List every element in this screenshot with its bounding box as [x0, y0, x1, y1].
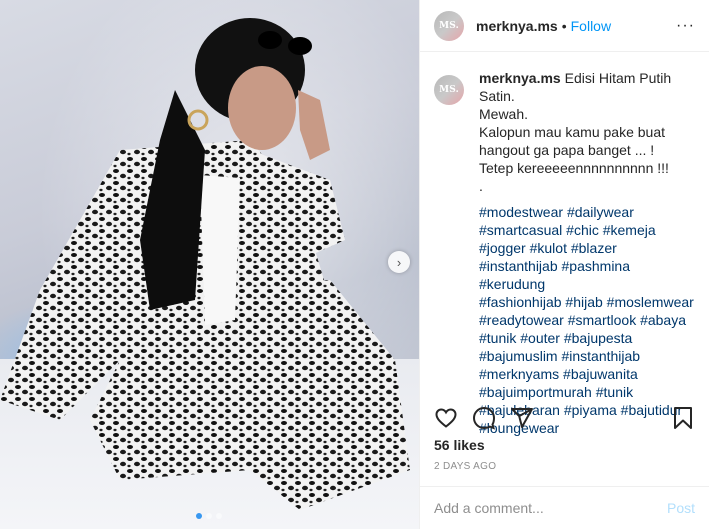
hashtag-link[interactable]: #pashmina: [562, 258, 631, 274]
likes-count[interactable]: 56 likes: [434, 437, 485, 453]
hashtag-line: #modestwear #dailywear: [479, 203, 695, 221]
hashtag-link[interactable]: #chic: [566, 222, 599, 238]
chevron-right-icon: ›: [396, 254, 402, 270]
carousel-dot: [196, 513, 202, 519]
username-link[interactable]: merknya.ms: [476, 18, 558, 34]
comment-input[interactable]: [434, 500, 667, 516]
post-sidebar: MS. merknya.ms • Follow ··· MS. merknya.…: [419, 0, 709, 529]
bookmark-icon[interactable]: [671, 406, 695, 430]
post-comment-button[interactable]: Post: [667, 500, 695, 516]
hashtag-line: #fashionhijab #hijab #moslemwear: [479, 293, 695, 311]
hashtag-link[interactable]: #instanthijab: [561, 348, 640, 364]
hashtag-line: #readytowear #smartlook #abaya: [479, 311, 695, 329]
caption-line: Tetep kereeeeennnnnnnnnn !!!: [479, 160, 669, 176]
comment-bar: Post: [420, 486, 709, 529]
comment-icon[interactable]: [472, 406, 496, 430]
hashtag-list: #modestwear #dailywear #smartcasual #chic…: [479, 203, 695, 437]
post-timestamp[interactable]: 2 DAYS AGO: [434, 461, 496, 472]
caption-line: merknya.ms Edisi Hitam Putih Satin.: [479, 69, 695, 105]
hashtag-link[interactable]: #blazer: [571, 240, 617, 256]
hashtag-link[interactable]: #moslemwear: [607, 294, 694, 310]
hashtag-line: #jogger #kulot #blazer: [479, 239, 695, 257]
caption-line: Kalopun mau kamu pake buat: [479, 124, 666, 140]
hashtag-link[interactable]: #readytowear: [479, 312, 564, 328]
hashtag-link[interactable]: #tunik: [479, 330, 516, 346]
hashtag-link[interactable]: #hijab: [565, 294, 602, 310]
caption-line: hangout ga papa banget ... !: [479, 142, 655, 158]
carousel-next-button[interactable]: ›: [388, 251, 410, 273]
hashtag-link[interactable]: #kulot: [530, 240, 567, 256]
carousel-dot: [216, 513, 222, 519]
follow-button[interactable]: Follow: [571, 18, 611, 34]
hashtag-line: #tunik #outer #bajupesta: [479, 329, 695, 347]
hashtag-link[interactable]: #outer: [520, 330, 560, 346]
caption-line: Mewah.: [479, 106, 529, 122]
carousel-dots: [196, 513, 222, 519]
share-icon[interactable]: [510, 406, 534, 430]
hashtag-link[interactable]: #fashionhijab: [479, 294, 562, 310]
hashtag-link[interactable]: #jogger: [479, 240, 526, 256]
carousel-dot: [206, 513, 212, 519]
post-header: MS. merknya.ms • Follow ···: [420, 0, 709, 52]
hashtag-link[interactable]: #instanthijab: [479, 258, 558, 274]
action-bar: [434, 404, 695, 432]
hashtag-link[interactable]: #bajumuslim: [479, 348, 558, 364]
hashtag-link[interactable]: #smartlook: [568, 312, 636, 328]
hashtag-line: #instanthijab #pashmina #kerudung: [479, 257, 695, 293]
hashtag-line: #bajumuslim #instanthijab: [479, 347, 695, 365]
hashtag-link[interactable]: #abaya: [640, 312, 686, 328]
hashtag-link[interactable]: #tunik: [596, 384, 633, 400]
hashtag-link[interactable]: #bajuwanita: [563, 366, 638, 382]
hashtag-link[interactable]: #kemeja: [603, 222, 656, 238]
caption-area: MS. merknya.ms Edisi Hitam Putih Satin. …: [420, 53, 709, 436]
caption-avatar[interactable]: MS.: [434, 75, 464, 105]
heart-icon[interactable]: [434, 406, 458, 430]
hashtag-line: #smartcasual #chic #kemeja: [479, 221, 695, 239]
hashtag-link[interactable]: #smartcasual: [479, 222, 562, 238]
hashtag-link[interactable]: #kerudung: [479, 276, 545, 292]
model-figure: [0, 18, 410, 510]
separator-dot: •: [561, 17, 567, 34]
more-options-icon[interactable]: ···: [676, 17, 695, 35]
post-photo[interactable]: ›: [0, 0, 419, 529]
hashtag-link[interactable]: #bajuimportmurah: [479, 384, 592, 400]
hashtag-link[interactable]: #dailywear: [567, 204, 634, 220]
avatar[interactable]: MS.: [434, 10, 464, 41]
hashtag-link[interactable]: #modestwear: [479, 204, 563, 220]
hashtag-link[interactable]: #merknyams: [479, 366, 559, 382]
caption-text: merknya.ms Edisi Hitam Putih Satin. Mewa…: [479, 69, 695, 436]
hashtag-line: #merknyams #bajuwanita: [479, 365, 695, 383]
hashtag-link[interactable]: #bajupesta: [564, 330, 633, 346]
caption-username[interactable]: merknya.ms: [479, 70, 561, 86]
caption-line: .: [479, 178, 483, 194]
hashtag-line: #bajuimportmurah #tunik: [479, 383, 695, 401]
